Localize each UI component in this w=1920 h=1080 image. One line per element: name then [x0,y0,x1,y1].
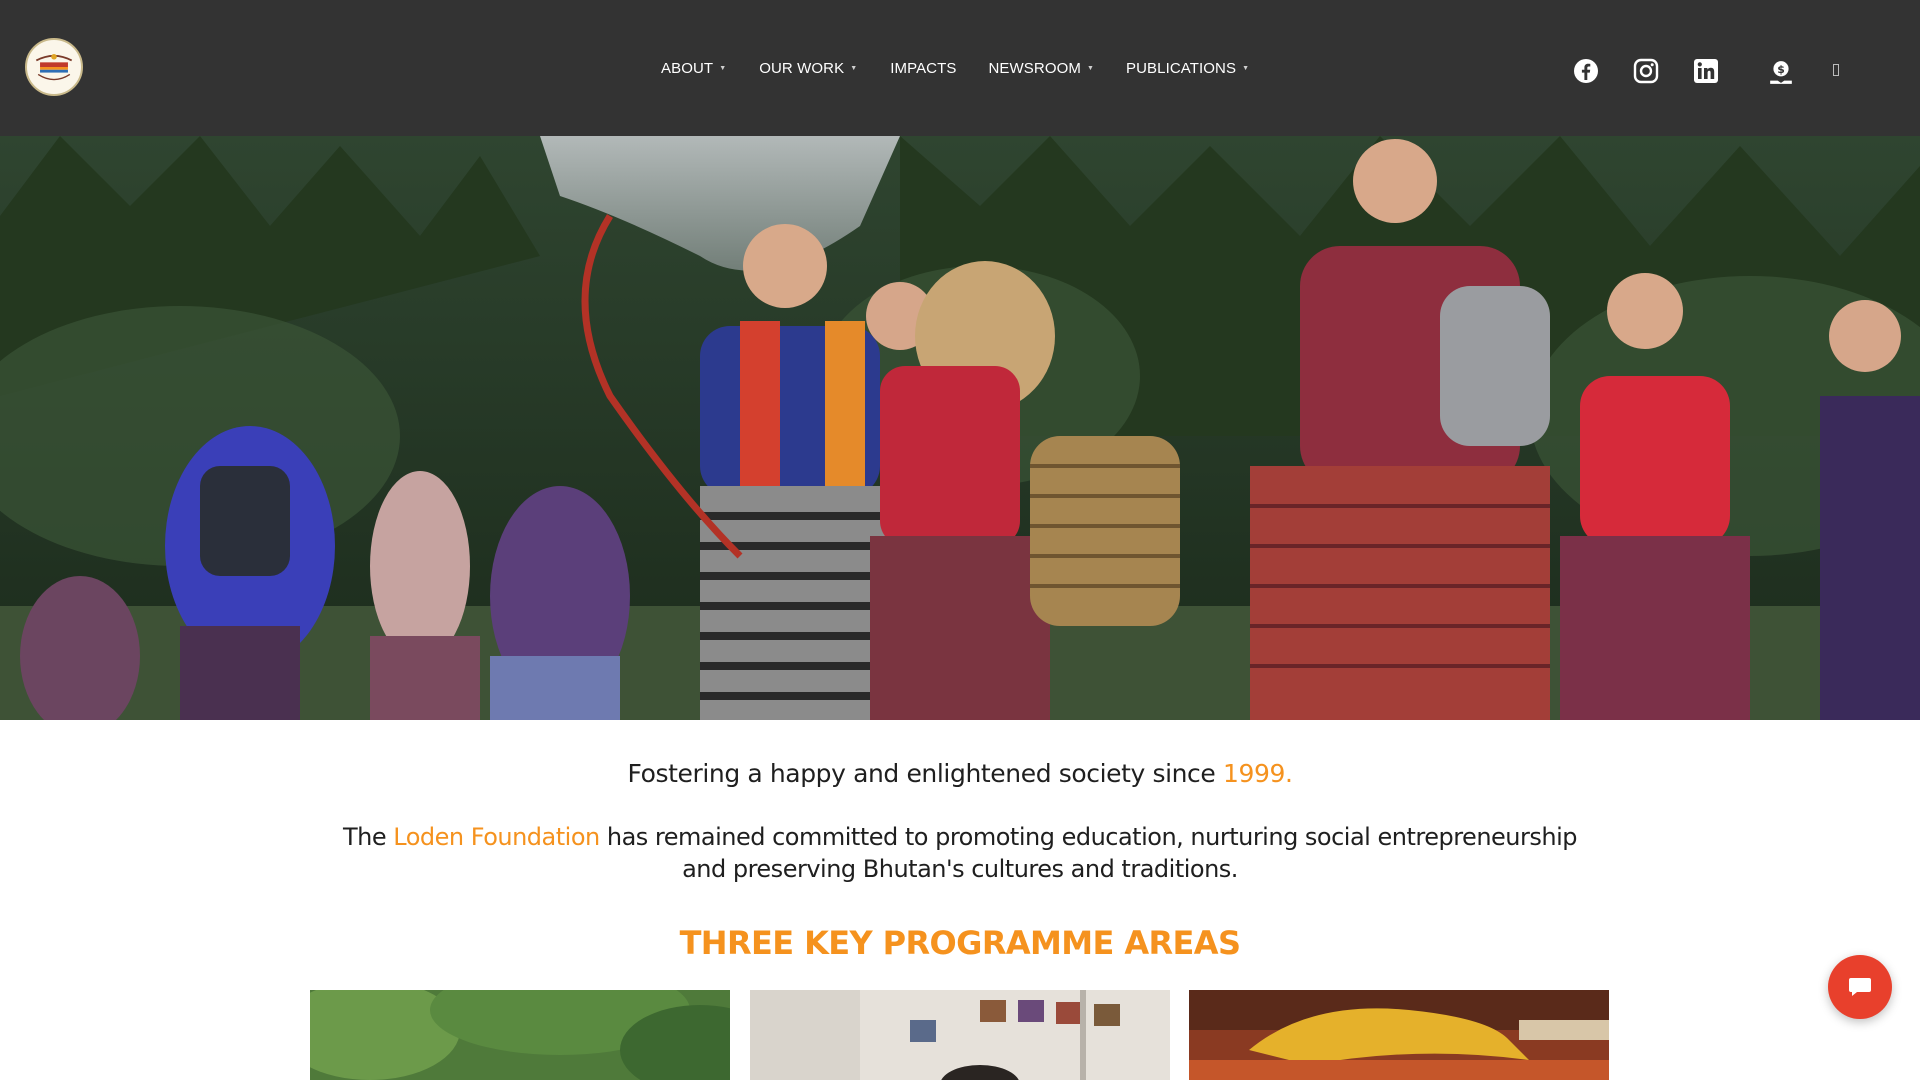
tagline: Fostering a happy and enlightened societ… [0,759,1920,788]
chat-bubble-icon [1849,978,1871,996]
nav-label-publications: PUBLICATIONS [1125,59,1237,77]
nav-label-about: ABOUT [661,59,714,77]
mission-prefix: The [343,823,394,851]
nav-item-newsroom[interactable]: NEWSROOM ▼ [988,60,1094,77]
caret-down-icon: ▼ [1086,64,1094,72]
mission-text: has remained committed to promoting educ… [599,823,1578,883]
loden-foundation-logo[interactable] [25,38,83,96]
nav-label-newsroom: NEWSROOM [988,59,1081,77]
tagline-year: 1999. [1222,759,1293,788]
section-title-programmes: THREE KEY PROGRAMME AREAS [679,924,1241,962]
chat-button[interactable] [1828,955,1892,1019]
hero-image [0,136,1920,720]
facebook-icon[interactable] [1573,58,1599,84]
logo-emblem [27,40,81,94]
main-nav: ABOUT ▼ OUR WORK ▼ IMPACTS NEWSROOM ▼ PU… [661,56,1249,80]
programme-image-classroom [750,990,1170,1080]
programme-card-1[interactable] [310,990,730,1080]
linkedin-icon[interactable] [1693,58,1719,84]
site-header: ABOUT ▼ OUR WORK ▼ IMPACTS NEWSROOM ▼ PU… [0,0,1920,136]
nav-item-publications[interactable]: PUBLICATIONS ▼ [1126,60,1249,77]
programme-card-2[interactable] [750,990,1170,1080]
donate-icon[interactable]: $ [1768,59,1792,84]
hero-photo-women-dancing [0,136,1920,720]
instagram-icon[interactable] [1633,58,1659,84]
caret-down-icon: ▼ [719,64,727,72]
mission-statement: The Loden Foundation has remained commit… [330,821,1590,885]
svg-text:$: $ [1777,63,1785,76]
programme-image-culture [1189,990,1609,1080]
mission-org-name: Loden Foundation [393,823,600,851]
nav-label-impacts: IMPACTS [890,59,957,77]
nav-label-our-work: OUR WORK [759,59,845,77]
nav-item-our-work[interactable]: OUR WORK ▼ [759,60,857,77]
tagline-text: Fostering a happy and enlightened societ… [627,759,1223,788]
nav-item-impacts[interactable]: IMPACTS [890,60,956,77]
caret-down-icon: ▼ [850,64,858,72]
nav-item-about[interactable]: ABOUT ▼ [661,60,726,77]
caret-down-icon: ▼ [1242,64,1250,72]
programme-card-3[interactable] [1189,990,1609,1080]
programme-image-forest [310,990,730,1080]
search-icon[interactable] [1829,60,1843,80]
